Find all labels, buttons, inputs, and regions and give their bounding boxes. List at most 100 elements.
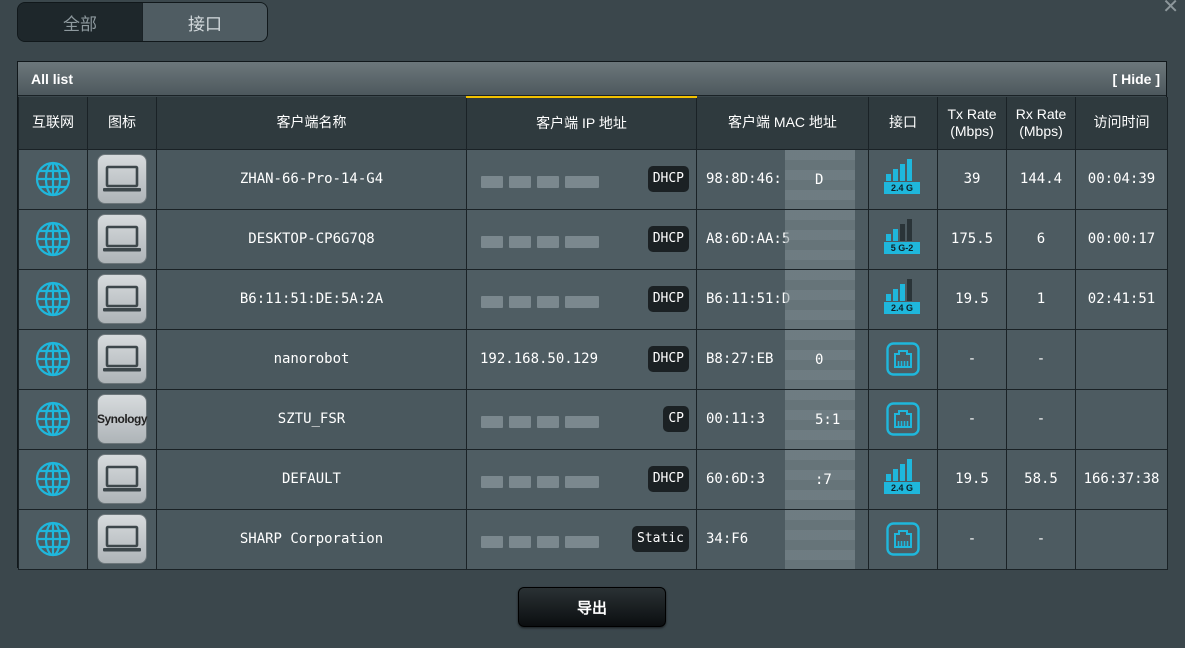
band-label: 2.4 G <box>884 182 920 194</box>
laptop-icon[interactable] <box>97 334 147 384</box>
table-row[interactable]: Synology SZTU_FSR CP 00:11:3 5:1 - - <box>18 388 1168 450</box>
device-icon-cell <box>87 448 157 510</box>
client-ip-cell: CP <box>466 388 697 450</box>
panel-header: All list [ Hide ] <box>18 62 1166 96</box>
client-ip: 192.168.50.129 <box>480 351 599 367</box>
client-mac: 00:11:3 <box>706 411 766 427</box>
access-time <box>1075 388 1168 450</box>
tx-rate: 39 <box>937 148 1007 210</box>
laptop-icon[interactable] <box>97 274 147 324</box>
client-name[interactable]: ZHAN-66-Pro-14-G4 <box>156 148 467 210</box>
col-rx-rate[interactable]: Rx Rate (Mbps) <box>1006 97 1076 150</box>
client-mac-cell: 34:F6 <box>696 508 869 570</box>
client-name[interactable]: nanorobot <box>156 328 467 390</box>
tx-rate: 175.5 <box>937 208 1007 270</box>
band-label: 2.4 G <box>884 482 920 494</box>
client-mac-cell: B8:27:EB 0 <box>696 328 869 390</box>
client-mac: B8:27:EB <box>706 351 774 367</box>
ip-type-badge: DHCP <box>647 285 689 312</box>
client-mac: 98:8D:46: <box>706 171 782 187</box>
internet-cell <box>18 508 88 570</box>
device-icon-cell <box>87 268 157 330</box>
device-icon-cell: Synology <box>87 388 157 450</box>
col-client-mac[interactable]: 客户端 MAC 地址 <box>696 97 869 150</box>
globe-icon[interactable] <box>35 161 71 197</box>
redacted-mac <box>785 270 855 328</box>
redacted-ip <box>481 174 605 190</box>
access-time <box>1075 328 1168 390</box>
col-tx-rate[interactable]: Tx Rate (Mbps) <box>937 97 1007 150</box>
client-ip-cell: 192.168.50.129 DHCP <box>466 328 697 390</box>
tx-rate: - <box>937 508 1007 570</box>
table-row[interactable]: DESKTOP-CP6G7Q8 DHCP A8:6D:AA:5 5 G-2 175.5 6… <box>18 208 1168 270</box>
internet-cell <box>18 268 88 330</box>
table-row[interactable]: SHARP Corporation Static 34:F6 - - <box>18 508 1168 570</box>
client-ip-cell: Static <box>466 508 697 570</box>
col-client-ip[interactable]: 客户端 IP 地址 <box>466 96 697 150</box>
tx-rate-label: Tx Rate <box>947 105 997 122</box>
client-mac: B6:11:51:D <box>706 291 791 307</box>
globe-icon[interactable] <box>35 461 71 497</box>
client-name[interactable]: DEFAULT <box>156 448 467 510</box>
col-icon[interactable]: 图标 <box>87 97 157 150</box>
client-mac: 60:6D:3 <box>706 471 766 487</box>
client-ip-cell: DHCP <box>466 148 697 210</box>
client-mac: 34:F6 <box>706 531 749 547</box>
col-access-time[interactable]: 访问时间 <box>1075 97 1168 150</box>
rx-rate: 1 <box>1006 268 1076 330</box>
globe-icon[interactable] <box>35 341 71 377</box>
laptop-icon[interactable] <box>97 154 147 204</box>
globe-icon[interactable] <box>35 221 71 257</box>
table-row[interactable]: nanorobot 192.168.50.129 DHCP B8:27:EB 0 - - <box>18 328 1168 390</box>
internet-cell <box>18 328 88 390</box>
table-row[interactable]: B6:11:51:DE:5A:2A DHCP B6:11:51:D 2.4 G 19.5… <box>18 268 1168 330</box>
redacted-ip <box>481 234 605 250</box>
client-name[interactable]: B6:11:51:DE:5A:2A <box>156 268 467 330</box>
export-button[interactable]: 导出 <box>518 587 666 627</box>
internet-cell <box>18 388 88 450</box>
redacted-mac <box>785 510 855 568</box>
rx-rate: - <box>1006 508 1076 570</box>
client-mac-cell: 60:6D:3 :7 <box>696 448 869 510</box>
synology-icon[interactable]: Synology <box>97 394 148 444</box>
ethernet-port-icon <box>886 342 920 376</box>
globe-icon[interactable] <box>35 521 71 557</box>
access-time: 02:41:51 <box>1075 268 1168 330</box>
client-mac-tail: :7 <box>815 471 832 488</box>
col-internet[interactable]: 互联网 <box>18 97 88 150</box>
redacted-ip <box>481 414 605 430</box>
tab-interface[interactable]: 接口 <box>142 3 267 41</box>
interface-cell <box>868 388 938 450</box>
interface-cell <box>868 508 938 570</box>
tab-all[interactable]: 全部 <box>18 3 142 41</box>
ip-type-badge: DHCP <box>647 225 689 252</box>
ip-type-badge: CP <box>663 405 689 432</box>
client-name[interactable]: SHARP Corporation <box>156 508 467 570</box>
tx-rate: - <box>937 328 1007 390</box>
col-client-name[interactable]: 客户端名称 <box>156 97 467 150</box>
globe-icon[interactable] <box>35 281 71 317</box>
table-row[interactable]: ZHAN-66-Pro-14-G4 DHCP 98:8D:46: D 2.4 G 39 14… <box>18 148 1168 210</box>
laptop-icon[interactable] <box>97 214 147 264</box>
laptop-icon[interactable] <box>97 514 147 564</box>
client-name[interactable]: DESKTOP-CP6G7Q8 <box>156 208 467 270</box>
interface-cell: 2.4 G <box>868 268 938 330</box>
col-interface[interactable]: 接口 <box>868 97 938 150</box>
redacted-ip <box>481 534 605 550</box>
hide-link[interactable]: [ Hide ] <box>1113 71 1160 87</box>
table-header-row: 互联网 图标 客户端名称 客户端 IP 地址 客户端 MAC 地址 接口 Tx … <box>18 96 1168 150</box>
close-icon[interactable]: ✕ <box>1162 0 1179 18</box>
laptop-icon[interactable] <box>97 454 147 504</box>
tx-rate: 19.5 <box>937 448 1007 510</box>
panel-title: All list <box>31 70 74 87</box>
rx-rate: 144.4 <box>1006 148 1076 210</box>
table-row[interactable]: DEFAULT DHCP 60:6D:3:7 2.4 G 19.5 58.5 166:37:… <box>18 448 1168 510</box>
ip-type-badge: DHCP <box>647 465 689 492</box>
globe-icon[interactable] <box>35 401 71 437</box>
client-name[interactable]: SZTU_FSR <box>156 388 467 450</box>
view-tabs: 全部 接口 <box>17 2 268 42</box>
redacted-mac <box>785 210 855 268</box>
ethernet-port-icon <box>886 522 920 556</box>
client-mac-cell: B6:11:51:D <box>696 268 869 330</box>
wifi-signal-icon: 2.4 G <box>884 459 922 499</box>
